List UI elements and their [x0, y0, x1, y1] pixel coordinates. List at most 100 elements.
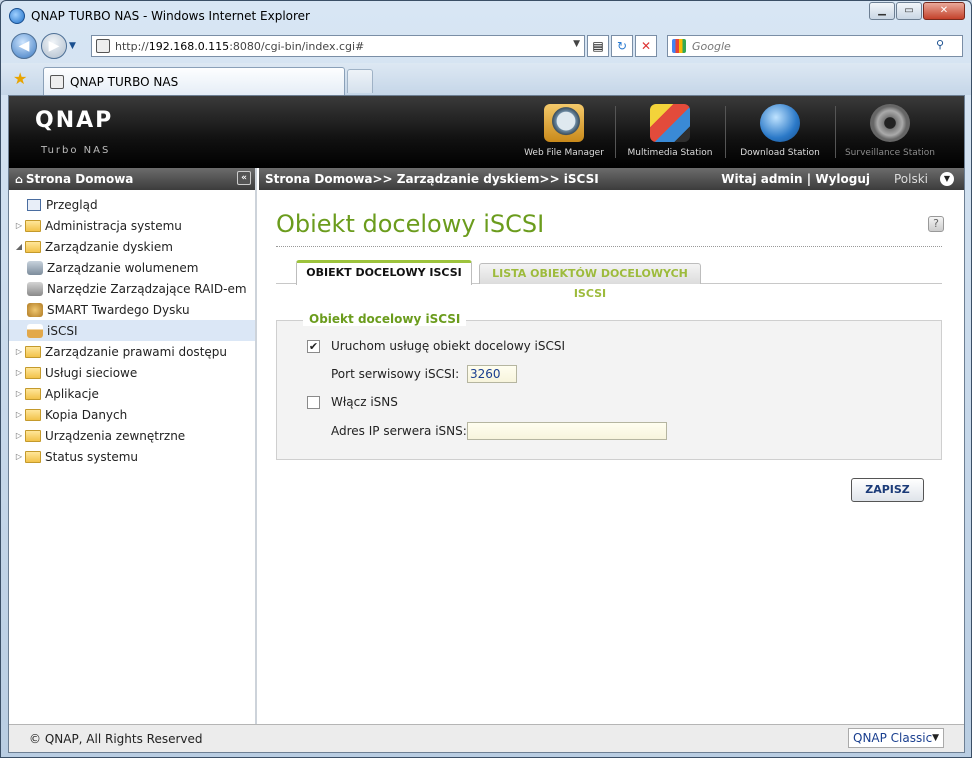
minimize-button[interactable]: ▁: [869, 2, 895, 20]
folder-open-icon: [25, 240, 41, 253]
expand-arrow-icon[interactable]: ▷: [13, 368, 25, 377]
sidebar-item-urzadzenia[interactable]: ▷ Urządzenia zewnętrzne: [9, 425, 255, 446]
url-rest: :8080/cgi-bin/index.cgi#: [229, 39, 365, 53]
folder-icon: [25, 408, 41, 421]
iscsi-fieldset: Obiekt docelowy iSCSI ✔ Uruchom usługę o…: [276, 312, 942, 460]
enable-service-row: ✔ Uruchom usługę obiekt docelowy iSCSI: [307, 339, 565, 353]
tab-iscsi-target[interactable]: OBIEKT DOCELOWY ISCSI: [296, 260, 472, 285]
sidebar-item-zarzadzanie-dyskiem[interactable]: ◢ Zarządzanie dyskiem: [9, 236, 255, 257]
search-placeholder: Google: [692, 39, 731, 53]
browser-tab[interactable]: QNAP TURBO NAS: [43, 67, 345, 95]
back-button[interactable]: ◀: [11, 33, 37, 59]
collapse-sidebar-icon[interactable]: «: [237, 171, 251, 185]
tab-favicon-icon: [50, 74, 64, 89]
google-icon: [672, 39, 686, 53]
home-icon: ⌂: [15, 172, 23, 186]
language-dropdown-icon[interactable]: ▼: [940, 172, 954, 186]
overview-icon: [27, 198, 41, 211]
tab-title: QNAP TURBO NAS: [70, 74, 179, 89]
theme-select[interactable]: QNAP Classic ▼: [848, 728, 944, 748]
site-favicon-icon: [96, 39, 110, 53]
favorites-star-icon[interactable]: ★: [13, 69, 27, 88]
help-icon[interactable]: ?: [928, 216, 944, 232]
isns-label: Włącz iSNS: [331, 395, 398, 409]
sidebar-item-aplikacje[interactable]: ▷ Aplikacje: [9, 383, 255, 404]
expand-arrow-icon[interactable]: ▷: [13, 452, 25, 461]
film-clapper-icon: [650, 104, 690, 142]
port-input[interactable]: 3260: [467, 365, 517, 383]
expand-arrow-icon[interactable]: ▷: [13, 389, 25, 398]
new-tab-button[interactable]: [347, 69, 373, 93]
iscsi-icon: [27, 323, 43, 338]
tab-bar: ★ QNAP TURBO NAS: [1, 63, 971, 95]
address-bar[interactable]: http://192.168.0.115:8080/cgi-bin/index.…: [91, 35, 585, 57]
compatibility-icon[interactable]: ▤: [587, 35, 609, 57]
expand-arrow-icon[interactable]: ▷: [13, 347, 25, 356]
raid-icon: [27, 281, 43, 296]
tab-iscsi-target-list[interactable]: LISTA OBIEKTÓW DOCELOWYCH ISCSI: [479, 263, 701, 300]
folder-icon: [25, 387, 41, 400]
search-icon[interactable]: ⚲: [936, 38, 944, 51]
app-multimedia-station[interactable]: Multimedia Station: [615, 104, 725, 164]
enable-service-checkbox[interactable]: ✔: [307, 339, 320, 353]
title-bar: QNAP TURBO NAS - Windows Internet Explor…: [1, 1, 971, 31]
save-button[interactable]: ZAPISZ: [851, 478, 924, 502]
app-surveillance-station[interactable]: Surveillance Station: [835, 104, 945, 164]
enable-service-label: Uruchom usługę obiekt docelowy iSCSI: [331, 339, 566, 353]
smart-icon: [27, 302, 43, 317]
sidebar-item-przeglad[interactable]: Przegląd: [9, 194, 255, 215]
app-download-station[interactable]: Download Station: [725, 104, 835, 164]
page-title: Obiekt docelowy iSCSI: [276, 210, 545, 238]
history-dropdown-icon[interactable]: ▼: [69, 41, 76, 51]
breadcrumb: Strona Domowa>> Zarządzanie dyskiem>> iS…: [259, 168, 964, 190]
sidebar-item-smart[interactable]: SMART Twardego Dysku: [9, 299, 255, 320]
volume-icon: [27, 260, 43, 275]
expand-arrow-icon[interactable]: ▷: [13, 221, 25, 230]
search-input[interactable]: Google ⚲: [667, 35, 963, 57]
stop-icon[interactable]: ✕: [635, 35, 657, 57]
sidebar-title[interactable]: Strona Domowa: [26, 172, 134, 186]
language-label[interactable]: Polski: [894, 172, 928, 186]
close-button[interactable]: ✕: [923, 2, 965, 20]
app-web-file-manager[interactable]: Web File Manager: [509, 104, 619, 164]
maximize-button[interactable]: ▭: [896, 2, 922, 20]
sidebar-item-raid[interactable]: Narzędzie Zarządzające RAID-em: [9, 278, 255, 299]
ie-logo-icon: [9, 8, 25, 24]
browser-window: QNAP TURBO NAS - Windows Internet Explor…: [0, 0, 972, 758]
welcome-logout[interactable]: Witaj admin | Wyloguj: [721, 172, 870, 186]
sidebar-item-kopia-danych[interactable]: ▷ Kopia Danych: [9, 404, 255, 425]
content-tabs: OBIEKT DOCELOWY ISCSI LISTA OBIEKTÓW DOC…: [276, 260, 942, 300]
collapse-arrow-icon[interactable]: ◢: [13, 242, 25, 251]
title-divider: [276, 246, 942, 247]
sidebar-item-uslugi-sieciowe[interactable]: ▷ Usługi sieciowe: [9, 362, 255, 383]
page-content: QNAP Turbo NAS Web File Manager Multimed…: [8, 95, 965, 753]
isns-ip-label: Adres IP serwera iSNS:: [331, 424, 467, 438]
port-label: Port serwisowy iSCSI:: [331, 367, 460, 381]
folder-icon: [25, 450, 41, 463]
folder-icon: [25, 366, 41, 379]
sidebar-item-iscsi[interactable]: iSCSI: [9, 320, 255, 341]
magnifier-folder-icon: [544, 104, 584, 142]
theme-dropdown-icon[interactable]: ▼: [932, 729, 939, 747]
forward-button[interactable]: ▶: [41, 33, 67, 59]
folder-icon: [25, 219, 41, 232]
address-dropdown-icon[interactable]: ▼: [573, 39, 580, 49]
isns-checkbox[interactable]: [307, 395, 320, 409]
sidebar: ⌂ Strona Domowa « Przegląd ▷ Administrac…: [9, 168, 257, 724]
sidebar-item-prawa-dostepu[interactable]: ▷ Zarządzanie prawami dostępu: [9, 341, 255, 362]
theme-value: QNAP Classic: [853, 731, 933, 745]
sidebar-item-status[interactable]: ▷ Status systemu: [9, 446, 255, 467]
qnap-logo: QNAP: [35, 108, 114, 133]
expand-arrow-icon[interactable]: ▷: [13, 431, 25, 440]
sidebar-item-wolumen[interactable]: Zarządzanie wolumenem: [9, 257, 255, 278]
fieldset-legend: Obiekt docelowy iSCSI: [303, 312, 467, 326]
url-prefix: http://: [115, 39, 149, 53]
isns-ip-input[interactable]: [467, 422, 667, 440]
refresh-icon[interactable]: ↻: [611, 35, 633, 57]
sidebar-item-administracja[interactable]: ▷ Administracja systemu: [9, 215, 255, 236]
window-title: QNAP TURBO NAS - Windows Internet Explor…: [31, 9, 310, 23]
breadcrumb-path[interactable]: Strona Domowa>> Zarządzanie dyskiem>> iS…: [265, 172, 599, 186]
qnap-header: QNAP Turbo NAS Web File Manager Multimed…: [9, 96, 964, 168]
expand-arrow-icon[interactable]: ▷: [13, 410, 25, 419]
qnap-logo-sub: Turbo NAS: [41, 145, 111, 156]
